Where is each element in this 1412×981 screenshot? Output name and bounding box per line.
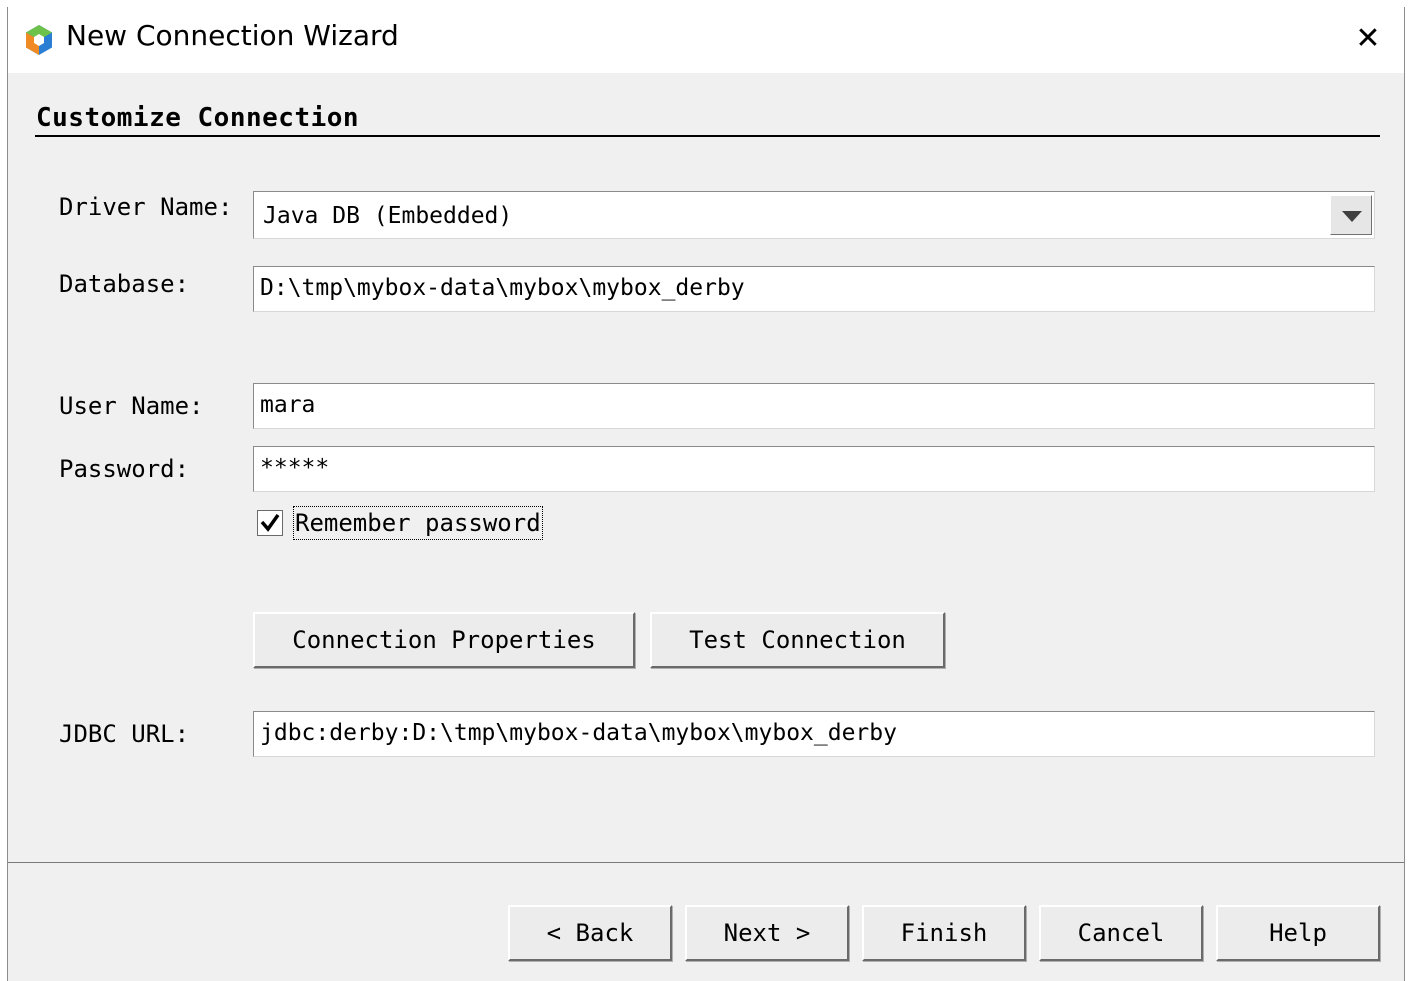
remember-password-checkbox[interactable] bbox=[257, 510, 283, 536]
test-connection-button[interactable]: Test Connection bbox=[650, 612, 945, 668]
title-bar: New Connection Wizard ✕ bbox=[8, 7, 1404, 73]
help-button[interactable]: Help bbox=[1216, 905, 1380, 961]
driver-name-label: Driver Name: bbox=[59, 193, 233, 221]
database-label: Database: bbox=[59, 270, 190, 298]
checkmark-icon bbox=[260, 513, 280, 532]
jdbc-url-label: JDBC URL: bbox=[59, 720, 190, 748]
window-title: New Connection Wizard bbox=[66, 19, 399, 52]
footer-divider bbox=[8, 862, 1404, 863]
finish-button[interactable]: Finish bbox=[862, 905, 1026, 961]
driver-name-value: Java DB (Embedded) bbox=[263, 203, 513, 229]
password-label: Password: bbox=[59, 455, 190, 483]
next-button[interactable]: Next > bbox=[685, 905, 849, 961]
jdbc-url-field[interactable]: jdbc:derby:D:\tmp\mybox-data\mybox\mybox… bbox=[253, 711, 1375, 757]
user-name-field[interactable]: mara bbox=[253, 383, 1375, 429]
password-field[interactable]: ***** bbox=[253, 446, 1375, 492]
section-title: Customize Connection bbox=[36, 103, 360, 133]
connection-properties-button[interactable]: Connection Properties bbox=[253, 612, 635, 668]
driver-name-dropdown[interactable]: Java DB (Embedded) bbox=[253, 191, 1375, 239]
netbeans-cube-icon bbox=[26, 25, 52, 55]
user-name-label: User Name: bbox=[59, 392, 204, 420]
cancel-button[interactable]: Cancel bbox=[1039, 905, 1203, 961]
section-divider bbox=[35, 135, 1380, 137]
back-button[interactable]: < Back bbox=[508, 905, 672, 961]
database-field[interactable]: D:\tmp\mybox-data\mybox\mybox_derby bbox=[253, 266, 1375, 312]
close-icon[interactable]: ✕ bbox=[1346, 17, 1390, 61]
remember-password-label[interactable]: Remember password bbox=[293, 506, 543, 540]
chevron-down-icon[interactable] bbox=[1330, 195, 1372, 235]
wizard-window: New Connection Wizard ✕ Customize Connec… bbox=[7, 7, 1405, 981]
